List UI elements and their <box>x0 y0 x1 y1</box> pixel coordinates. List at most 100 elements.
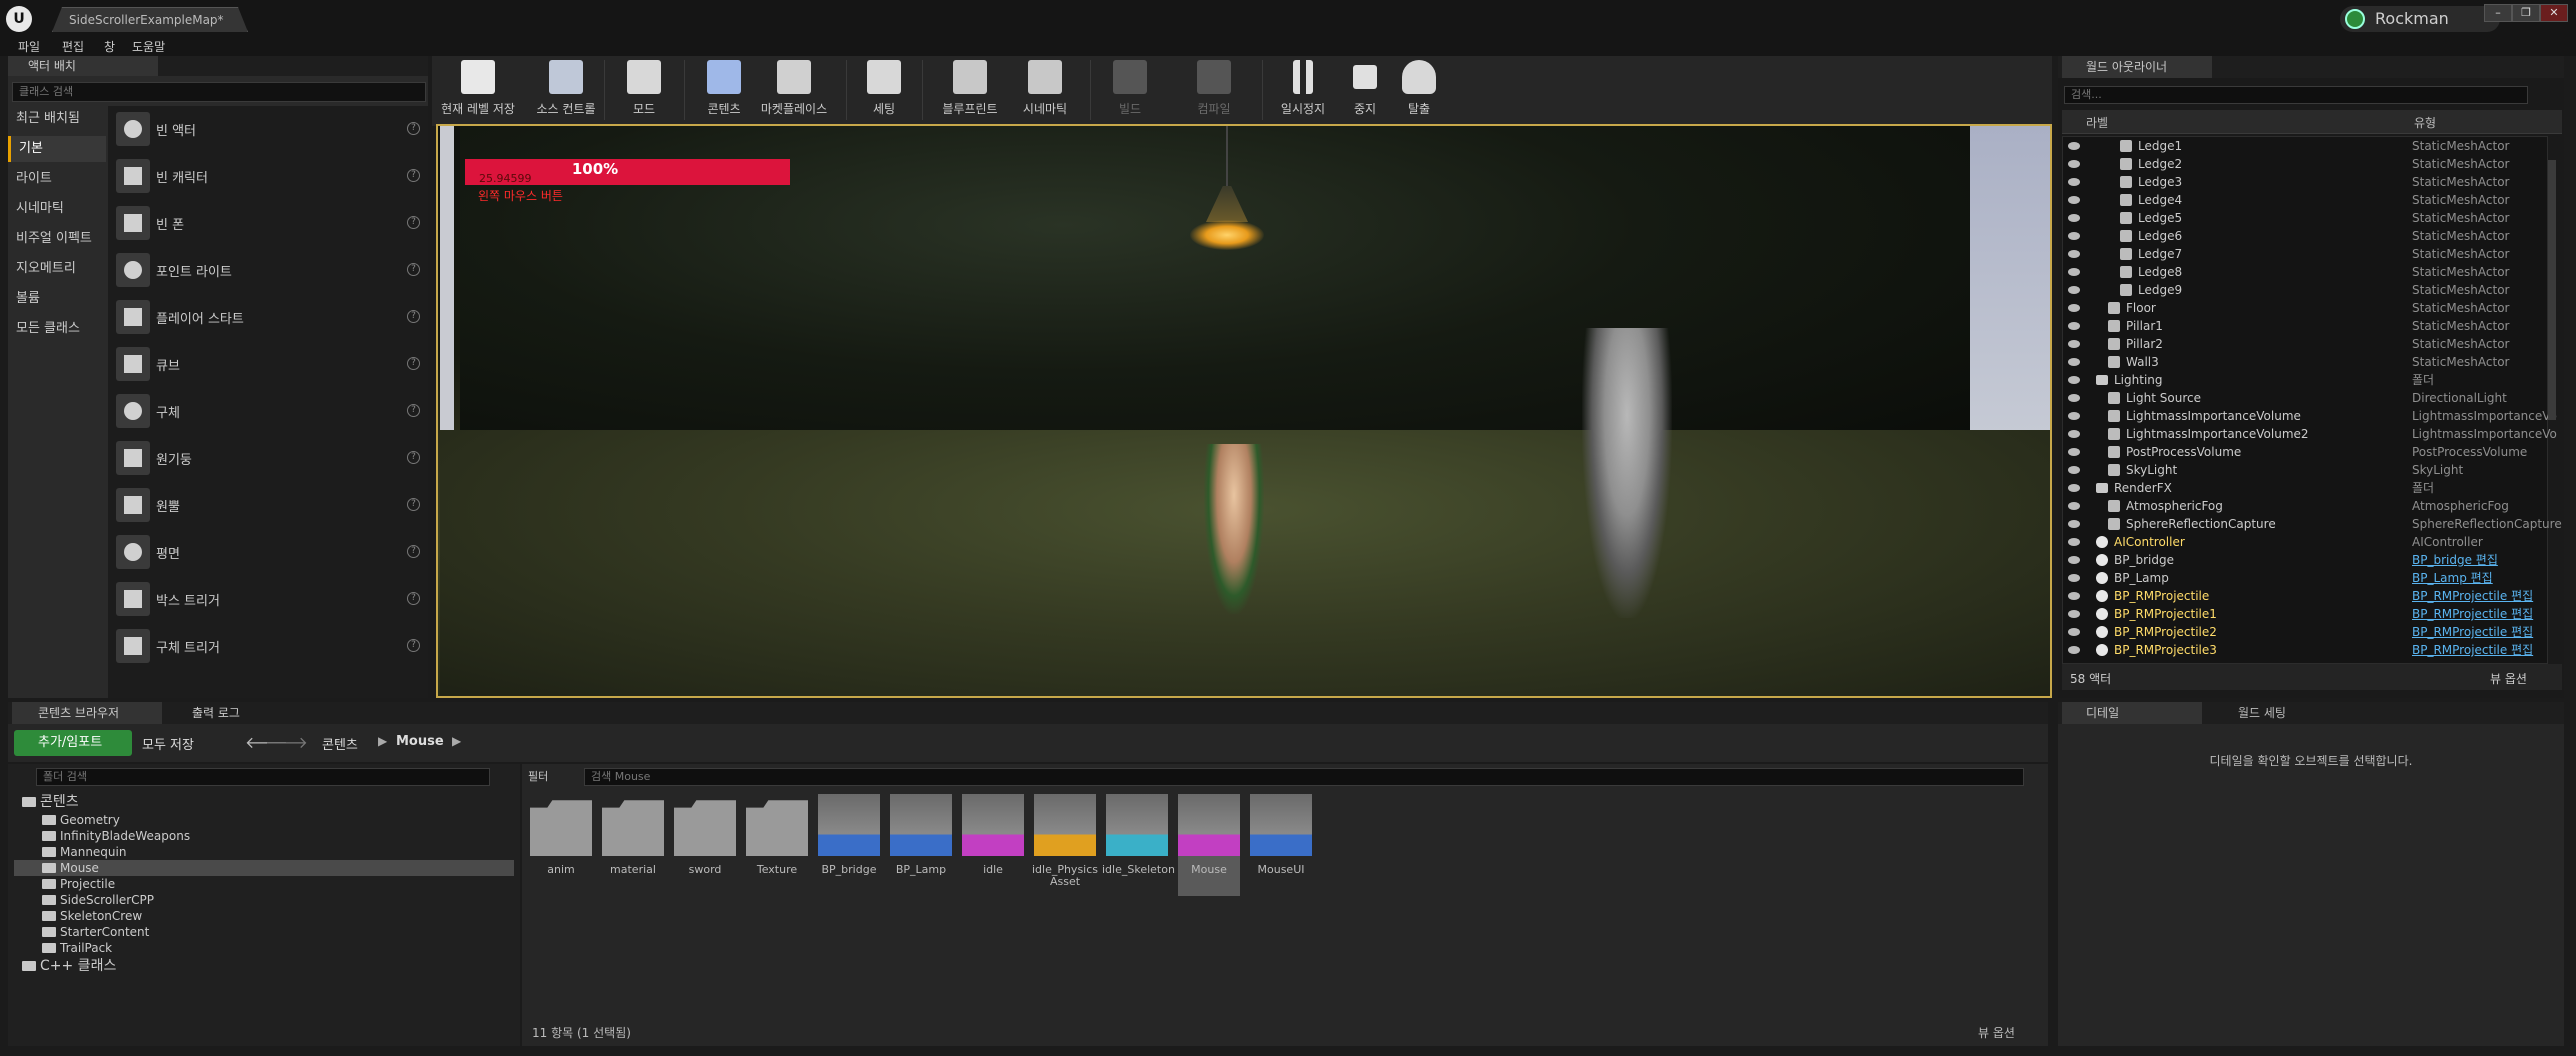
outliner-row[interactable]: Ledge1 StaticMeshActor <box>2062 137 2548 155</box>
help-icon[interactable]: ? <box>407 545 420 558</box>
category-item[interactable]: 비주얼 이펙트 <box>8 226 106 252</box>
outliner-row[interactable]: Ledge4 StaticMeshActor <box>2062 191 2548 209</box>
menu-help[interactable]: 도움말 <box>132 38 165 55</box>
visibility-eye-icon[interactable] <box>2068 376 2080 384</box>
outliner-row[interactable]: AIController AIController <box>2062 533 2548 551</box>
visibility-eye-icon[interactable] <box>2068 250 2080 258</box>
actor-item[interactable]: 원기둥? <box>108 435 428 481</box>
outliner-row[interactable]: Ledge6 StaticMeshActor <box>2062 227 2548 245</box>
visibility-eye-icon[interactable] <box>2068 340 2080 348</box>
asset-tile[interactable]: idle_Skeleton <box>1102 794 1175 886</box>
folder-tree-item[interactable]: C++ 클래스 <box>14 958 514 974</box>
outliner-row[interactable]: Lighting 폴더 <box>2062 371 2548 389</box>
outliner-scrollbar[interactable] <box>2548 160 2556 420</box>
outliner-row[interactable]: Floor StaticMeshActor <box>2062 299 2548 317</box>
visibility-eye-icon[interactable] <box>2068 502 2080 510</box>
outliner-row[interactable]: Ledge3 StaticMeshActor <box>2062 173 2548 191</box>
outliner-view-options-button[interactable]: 뷰 옵션 <box>2490 670 2527 687</box>
document-tab[interactable]: SideScrollerExampleMap* <box>52 7 248 32</box>
asset-search-input[interactable]: 검색 Mouse <box>584 768 2024 786</box>
visibility-eye-icon[interactable] <box>2068 538 2080 546</box>
help-icon[interactable]: ? <box>407 357 420 370</box>
maximize-button[interactable]: ❐ <box>2512 4 2540 22</box>
menu-window[interactable]: 창 <box>104 38 115 55</box>
breadcrumb-separator-icon[interactable]: ▶ <box>452 734 461 748</box>
forward-arrow-icon[interactable]: 🡒 <box>265 732 308 752</box>
toolbar-button[interactable]: 시네마틱 <box>1012 58 1078 124</box>
folder-tree-item[interactable]: SkeletonCrew <box>14 908 514 924</box>
output-log-tab[interactable]: 출력 로그 <box>166 702 306 724</box>
actor-item[interactable]: 구체 트리거? <box>108 623 428 669</box>
outliner-row[interactable]: BP_RMProjectile3 BP_RMProjectile 편집 <box>2062 641 2548 659</box>
help-icon[interactable]: ? <box>407 310 420 323</box>
outliner-row[interactable]: Ledge2 StaticMeshActor <box>2062 155 2548 173</box>
help-icon[interactable]: ? <box>407 498 420 511</box>
visibility-eye-icon[interactable] <box>2068 556 2080 564</box>
outliner-row[interactable]: Wall3 StaticMeshActor <box>2062 353 2548 371</box>
breadcrumb-content[interactable]: 콘텐츠 <box>322 734 358 753</box>
help-icon[interactable]: ? <box>407 639 420 652</box>
help-icon[interactable]: ? <box>407 169 420 182</box>
world-settings-tab[interactable]: 월드 세팅 <box>2212 702 2362 724</box>
folder-tree-item[interactable]: Mouse <box>14 860 514 876</box>
toolbar-button[interactable]: 소스 컨트롤 <box>526 58 606 124</box>
toolbar-button[interactable]: 블루프린트 <box>932 58 1008 124</box>
visibility-eye-icon[interactable] <box>2068 160 2080 168</box>
actor-item[interactable]: 포인트 라이트? <box>108 247 428 293</box>
breadcrumb-mouse[interactable]: Mouse <box>396 734 444 749</box>
asset-tile[interactable]: idle_Physics Asset <box>1032 794 1098 888</box>
close-button[interactable]: ✕ <box>2540 4 2568 22</box>
edit-blueprint-link[interactable]: BP_RMProjectile 편집 <box>2412 605 2533 623</box>
visibility-eye-icon[interactable] <box>2068 196 2080 204</box>
toolbar-button[interactable]: 마켓플레이스 <box>756 58 832 124</box>
category-item[interactable]: 시네마틱 <box>8 196 106 222</box>
actor-item[interactable]: 빈 캐릭터? <box>108 153 428 199</box>
category-item[interactable]: 기본 <box>8 136 106 162</box>
folder-tree-item[interactable]: SideScrollerCPP <box>14 892 514 908</box>
actor-item[interactable]: 평면? <box>108 529 428 575</box>
toolbar-button[interactable]: 모드 <box>614 58 674 124</box>
column-type-header[interactable]: 유형 <box>2414 114 2436 131</box>
visibility-eye-icon[interactable] <box>2068 484 2080 492</box>
outliner-row[interactable]: Pillar2 StaticMeshActor <box>2062 335 2548 353</box>
edit-blueprint-link[interactable]: BP_RMProjectile 편집 <box>2412 587 2533 605</box>
toolbar-button[interactable]: 일시정지 <box>1272 58 1334 124</box>
outliner-row[interactable]: Ledge7 StaticMeshActor <box>2062 245 2548 263</box>
asset-tile[interactable]: BP_bridge <box>818 794 880 886</box>
visibility-eye-icon[interactable] <box>2068 214 2080 222</box>
save-all-button[interactable]: 모두 저장 <box>142 734 194 753</box>
folder-search-input[interactable]: 폴더 검색 <box>36 768 490 786</box>
class-search-input[interactable]: 클래스 검색 <box>12 82 426 102</box>
actor-item[interactable]: 빈 폰? <box>108 200 428 246</box>
visibility-eye-icon[interactable] <box>2068 466 2080 474</box>
actor-item[interactable]: 원뿔? <box>108 482 428 528</box>
visibility-eye-icon[interactable] <box>2068 394 2080 402</box>
visibility-eye-icon[interactable] <box>2068 232 2080 240</box>
help-icon[interactable]: ? <box>407 122 420 135</box>
asset-tile[interactable]: idle <box>962 794 1024 886</box>
visibility-eye-icon[interactable] <box>2068 268 2080 276</box>
category-item[interactable]: 볼륨 <box>8 286 106 312</box>
actor-item[interactable]: 구체? <box>108 388 428 434</box>
folder-tree-item[interactable]: 콘텐츠 <box>14 794 514 810</box>
outliner-row[interactable]: Ledge9 StaticMeshActor <box>2062 281 2548 299</box>
visibility-eye-icon[interactable] <box>2068 286 2080 294</box>
outliner-row[interactable]: BP_RMProjectile2 BP_RMProjectile 편집 <box>2062 623 2548 641</box>
outliner-row[interactable]: LightmassImportanceVolume LightmassImport… <box>2062 407 2557 425</box>
outliner-search-input[interactable]: 검색... <box>2064 86 2528 104</box>
folder-tree-item[interactable]: Geometry <box>14 812 514 828</box>
category-item[interactable]: 지오메트리 <box>8 256 106 282</box>
category-item[interactable]: 최근 배치됨 <box>8 106 106 132</box>
category-item[interactable]: 모든 클래스 <box>8 316 106 342</box>
breadcrumb-separator-icon[interactable]: ▶ <box>378 734 387 748</box>
asset-tile[interactable]: sword <box>674 794 736 886</box>
column-label-header[interactable]: 라벨 <box>2086 114 2108 131</box>
outliner-row[interactable]: BP_Lamp BP_Lamp 편집 <box>2062 569 2548 587</box>
asset-tile[interactable]: material <box>602 794 664 886</box>
visibility-eye-icon[interactable] <box>2068 322 2080 330</box>
visibility-eye-icon[interactable] <box>2068 430 2080 438</box>
toolbar-button[interactable]: 컴파일 <box>1184 58 1244 124</box>
visibility-eye-icon[interactable] <box>2068 358 2080 366</box>
visibility-eye-icon[interactable] <box>2068 592 2080 600</box>
outliner-row[interactable]: Light Source DirectionalLight <box>2062 389 2548 407</box>
